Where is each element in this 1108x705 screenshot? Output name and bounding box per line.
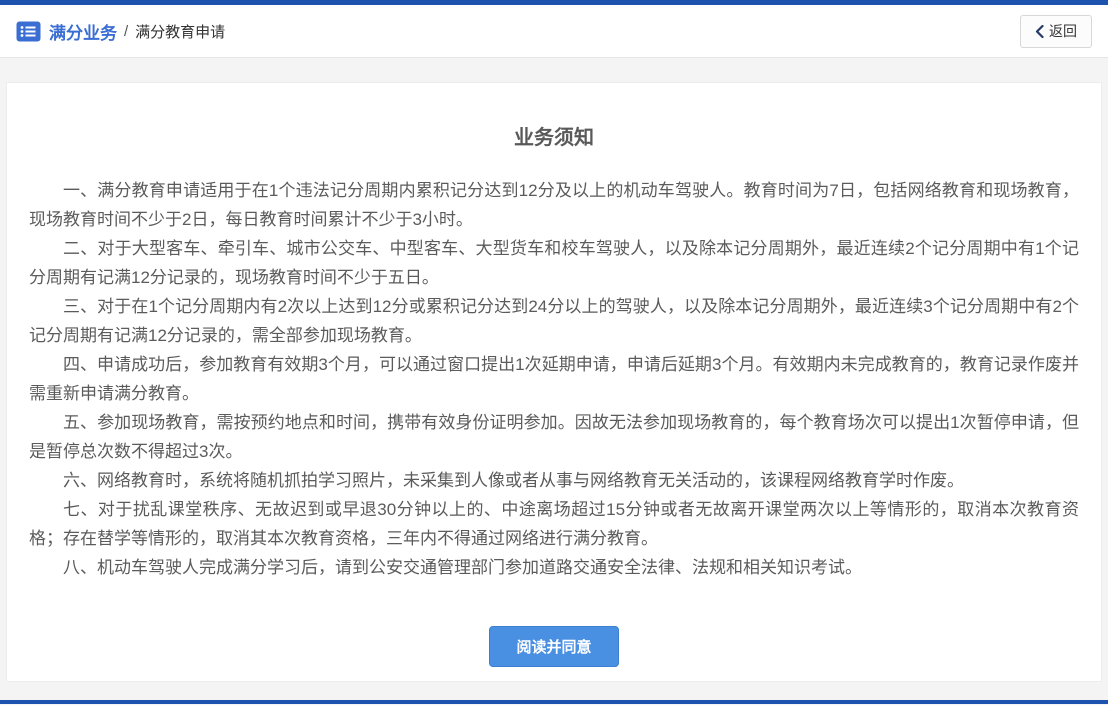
notice-paragraph-7: 七、对于扰乱课堂秩序、无故迟到或早退30分钟以上的、中途离场超过15分钟或者无故… — [29, 495, 1079, 553]
notice-body: 一、满分教育申请适用于在1个违法记分周期内累积记分达到12分及以上的机动车驾驶人… — [29, 176, 1079, 582]
notice-paragraph-5: 五、参加现场教育，需按预约地点和时间，携带有效身份证明参加。因故无法参加现场教育… — [29, 408, 1079, 466]
notice-paragraph-3: 三、对于在1个记分周期内有2次以上达到12分或累积记分达到24分以上的驾驶人，以… — [29, 292, 1079, 350]
chevron-left-icon — [1035, 25, 1044, 38]
notice-paragraph-4: 四、申请成功后，参加教育有效期3个月，可以通过窗口提出1次延期申请，申请后延期3… — [29, 350, 1079, 408]
breadcrumb-page: 满分教育申请 — [135, 21, 225, 42]
notice-paragraph-2: 二、对于大型客车、牵引车、城市公交车、中型客车、大型货车和校车驾驶人，以及除本记… — [29, 234, 1079, 292]
agree-button[interactable]: 阅读并同意 — [489, 626, 618, 667]
bottom-accent-bar — [0, 700, 1108, 704]
back-button[interactable]: 返回 — [1020, 15, 1092, 48]
breadcrumb: 满分业务 / 满分教育申请 — [16, 19, 225, 44]
notice-card: 业务须知 一、满分教育申请适用于在1个违法记分周期内累积记分达到12分及以上的机… — [6, 82, 1102, 682]
header: 满分业务 / 满分教育申请 返回 — [0, 5, 1108, 58]
breadcrumb-separator: / — [124, 23, 128, 40]
notice-title: 业务须知 — [29, 121, 1079, 150]
notice-paragraph-1: 一、满分教育申请适用于在1个违法记分周期内累积记分达到12分及以上的机动车驾驶人… — [29, 176, 1079, 234]
notice-paragraph-6: 六、网络教育时，系统将随机抓拍学习照片，未采集到人像或者从事与网络教育无关活动的… — [29, 466, 1079, 495]
notice-paragraph-8: 八、机动车驾驶人完成满分学习后，请到公安交通管理部门参加道路交通安全法律、法规和… — [29, 553, 1079, 582]
list-icon — [16, 21, 41, 42]
breadcrumb-section[interactable]: 满分业务 — [49, 19, 117, 44]
agree-button-container: 阅读并同意 — [29, 626, 1079, 667]
back-button-label: 返回 — [1049, 21, 1077, 41]
